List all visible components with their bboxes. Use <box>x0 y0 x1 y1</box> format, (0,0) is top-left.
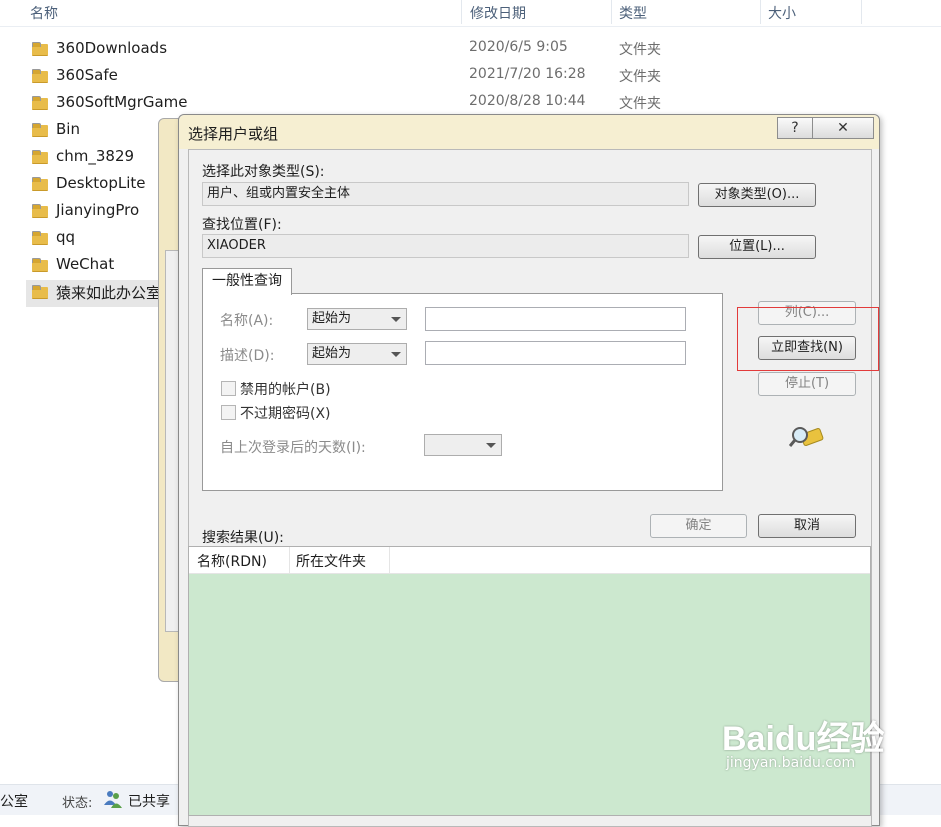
file-type: 文件夹 <box>619 42 661 58</box>
file-type: 文件夹 <box>619 96 661 112</box>
close-icon: ✕ <box>837 120 849 136</box>
column-type[interactable]: 类型 <box>619 3 647 23</box>
tab-common-queries[interactable]: 一般性查询 <box>202 268 292 295</box>
folder-icon <box>32 258 48 272</box>
folder-icon <box>32 177 48 191</box>
days-since-logon-select[interactable] <box>424 434 502 456</box>
folder-icon <box>32 285 48 299</box>
folder-icon <box>32 204 48 218</box>
column-divider[interactable] <box>760 0 761 24</box>
column-header: 名称 修改日期 类型 大小 <box>0 0 941 27</box>
column-divider[interactable] <box>861 0 862 24</box>
disabled-accounts-checkbox[interactable] <box>221 381 236 396</box>
status-left-text: 公室 <box>0 794 28 810</box>
name-label: 名称(A): <box>220 313 274 329</box>
file-name: 360Safe <box>56 66 118 84</box>
file-name: 360SoftMgrGame <box>56 93 188 111</box>
days-since-logon-label: 自上次登录后的天数(I): <box>220 440 366 456</box>
shared-users-icon <box>103 789 123 809</box>
file-row-selected[interactable]: 猿来如此办公室 <box>26 280 176 307</box>
stop-button[interactable]: 停止(T) <box>758 372 856 396</box>
column-name[interactable]: 名称 <box>30 3 58 23</box>
file-name: DesktopLite <box>56 174 146 192</box>
file-date: 2020/6/5 9:05 <box>469 39 568 55</box>
file-name: 360Downloads <box>56 39 168 57</box>
object-type-field: 用户、组或内置安全主体 <box>202 182 689 206</box>
results-header: 名称(RDN) 所在文件夹 <box>189 547 870 574</box>
column-divider[interactable] <box>389 547 390 573</box>
file-row[interactable]: 360Downloads 2020/6/5 9:05 文件夹 <box>0 37 941 64</box>
file-name: chm_3829 <box>56 147 135 165</box>
dialog-titlebar[interactable]: 选择用户或组 ? ✕ <box>179 115 879 149</box>
non-expiring-password-label: 不过期密码(X) <box>240 406 331 422</box>
file-date: 2020/8/28 10:44 <box>469 93 586 109</box>
description-input[interactable] <box>425 341 686 365</box>
name-mode-select[interactable]: 起始为 <box>307 308 407 330</box>
location-label: 查找位置(F): <box>202 217 282 233</box>
ok-button[interactable]: 确定 <box>650 514 747 538</box>
dialog-title: 选择用户或组 <box>188 125 279 143</box>
file-row[interactable]: 360Safe 2021/7/20 16:28 文件夹 <box>0 64 941 91</box>
status-label: 状态: <box>62 796 93 811</box>
object-types-button[interactable]: 对象类型(O)... <box>698 183 816 207</box>
search-results-list[interactable]: 名称(RDN) 所在文件夹 <box>188 546 871 816</box>
object-type-label: 选择此对象类型(S): <box>202 164 325 180</box>
folder-icon <box>32 123 48 137</box>
column-divider[interactable] <box>611 0 612 24</box>
highlight-box <box>737 307 879 371</box>
file-name: WeChat <box>56 255 115 273</box>
name-input[interactable] <box>425 307 686 331</box>
search-magnifier-icon <box>788 421 825 451</box>
location-field: XIAODER <box>202 234 689 258</box>
description-label: 描述(D): <box>220 348 275 364</box>
search-results-label: 搜索结果(U): <box>202 530 284 546</box>
cancel-button[interactable]: 取消 <box>758 514 856 538</box>
results-column-folder[interactable]: 所在文件夹 <box>296 551 366 571</box>
file-name: qq <box>56 228 76 246</box>
chevron-down-icon <box>391 352 401 357</box>
name-mode-value: 起始为 <box>312 311 352 326</box>
chevron-down-icon <box>391 317 401 322</box>
file-type: 文件夹 <box>619 69 661 85</box>
column-divider[interactable] <box>461 0 462 24</box>
disabled-accounts-label: 禁用的帐户(B) <box>240 382 331 398</box>
common-queries-panel: 名称(A): 起始为 描述(D): 起始为 禁用的帐户(B) 不过期密码(X) … <box>202 293 723 491</box>
file-name: 猿来如此办公室 <box>56 284 162 302</box>
description-mode-value: 起始为 <box>312 346 352 361</box>
help-button[interactable]: ? <box>777 117 813 139</box>
column-modified[interactable]: 修改日期 <box>470 3 526 23</box>
folder-icon <box>32 42 48 56</box>
close-button[interactable]: ✕ <box>812 117 874 139</box>
help-icon: ? <box>791 120 799 136</box>
file-date: 2021/7/20 16:28 <box>469 66 586 82</box>
status-value: 已共享 <box>128 794 170 810</box>
folder-icon <box>32 96 48 110</box>
file-name: Bin <box>56 120 80 138</box>
folder-icon <box>32 231 48 245</box>
locations-button[interactable]: 位置(L)... <box>698 235 816 259</box>
watermark-brand: Baidu经验 <box>722 720 885 758</box>
chevron-down-icon <box>486 443 496 448</box>
column-divider[interactable] <box>289 547 290 573</box>
column-size[interactable]: 大小 <box>768 3 796 23</box>
description-mode-select[interactable]: 起始为 <box>307 343 407 365</box>
non-expiring-password-checkbox[interactable] <box>221 405 236 420</box>
watermark-url: jingyan.baidu.com <box>726 755 856 771</box>
folder-icon <box>32 69 48 83</box>
folder-icon <box>32 150 48 164</box>
file-name: JianyingPro <box>56 201 140 219</box>
baidu-watermark: Baidu经验 jingyan.baidu.com <box>722 711 892 771</box>
results-column-name[interactable]: 名称(RDN) <box>197 551 267 571</box>
